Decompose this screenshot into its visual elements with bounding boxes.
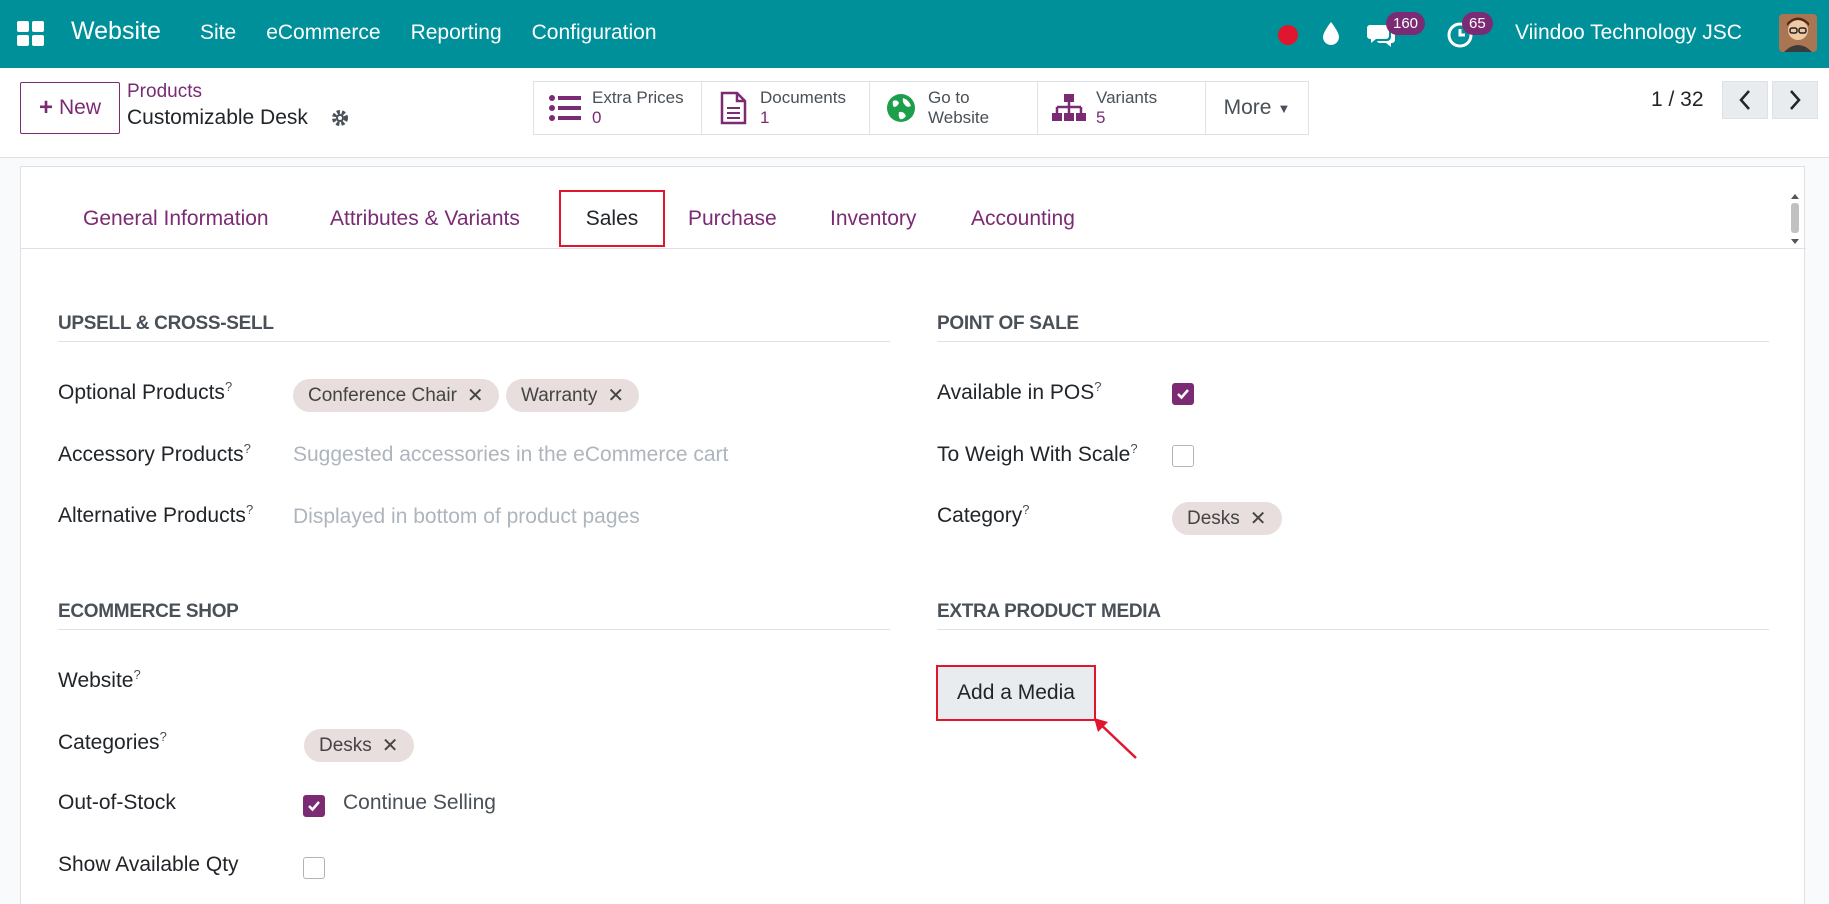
upsell-divider [58, 341, 890, 342]
new-button-label: New [59, 96, 102, 119]
available-in-pos-label: Available in POS? [937, 379, 1102, 404]
company-switcher[interactable]: Viindoo Technology JSC [1515, 21, 1742, 45]
accessory-products-label: Accessory Products? [58, 441, 251, 466]
breadcrumb-parent[interactable]: Products [127, 81, 202, 103]
chevron-left-icon [1739, 90, 1750, 110]
globe-icon [884, 91, 918, 125]
tab-attributes-variants[interactable]: Attributes & Variants [330, 207, 520, 231]
check-icon [308, 801, 320, 812]
variants-count: 5 [1096, 108, 1106, 127]
out-of-stock-label: Out-of-Stock [58, 791, 176, 814]
add-media-button[interactable]: Add a Media [936, 665, 1096, 721]
pos-category-tag: Desks ✕ [1172, 502, 1282, 535]
website-label: Website [928, 108, 990, 127]
accessory-products-input[interactable]: Suggested accessories in the eCommerce c… [293, 443, 728, 467]
top-navbar: Website Site eCommerce Reporting Configu… [0, 0, 1829, 68]
menu-ecommerce[interactable]: eCommerce [266, 21, 380, 45]
ecommerce-section-title: ECOMMERCE SHOP [58, 601, 239, 622]
documents-button[interactable]: Documents 1 [702, 82, 870, 134]
tab-sales-label: Sales [585, 206, 639, 230]
pos-category-label: Category? [937, 502, 1030, 527]
tab-purchase[interactable]: Purchase [688, 207, 777, 231]
optional-product-tag: Warranty ✕ [506, 379, 640, 412]
gear-icon[interactable] [330, 108, 350, 128]
activity-badge: 65 [1462, 12, 1493, 35]
document-icon [716, 91, 750, 125]
sitemap-icon [1052, 91, 1086, 125]
available-in-pos-checkbox[interactable] [1172, 383, 1194, 405]
chevron-right-icon [1790, 90, 1801, 110]
apps-menu-icon[interactable] [17, 21, 44, 46]
pager-next-button[interactable] [1772, 81, 1818, 119]
chat-badge: 160 [1386, 12, 1426, 35]
continue-selling-label: Continue Selling [343, 791, 496, 814]
media-section-title: EXTRA PRODUCT MEDIA [937, 601, 1161, 622]
weigh-with-scale-label: To Weigh With Scale? [937, 441, 1138, 466]
variants-button[interactable]: Variants 5 [1038, 82, 1206, 134]
more-dropdown[interactable]: More ▼ [1206, 82, 1308, 134]
remove-tag-icon[interactable]: ✕ [382, 733, 399, 758]
documents-label: Documents [760, 88, 846, 107]
extra-prices-label: Extra Prices [592, 88, 684, 107]
remove-tag-icon[interactable]: ✕ [1250, 506, 1267, 531]
upsell-section-title: UPSELL & CROSS-SELL [58, 313, 274, 334]
media-divider [937, 629, 1769, 630]
main-menu: Site eCommerce Reporting Configuration [200, 21, 657, 45]
menu-reporting[interactable]: Reporting [411, 21, 502, 45]
drop-icon[interactable] [1320, 20, 1342, 46]
documents-count: 1 [760, 108, 770, 127]
tab-sales[interactable]: Sales [559, 190, 665, 247]
go-to-website-button[interactable]: Go to Website [870, 82, 1038, 134]
optional-product-tag: Conference Chair ✕ [293, 379, 499, 412]
extra-prices-count: 0 [592, 108, 602, 127]
notebook-tabs: General Information Attributes & Variant… [21, 167, 1806, 249]
remove-tag-icon[interactable]: ✕ [607, 383, 624, 408]
alternative-products-input[interactable]: Displayed in bottom of product pages [293, 505, 640, 529]
check-icon [1177, 389, 1189, 400]
ecommerce-category-tag: Desks ✕ [304, 729, 414, 762]
extra-prices-button[interactable]: Extra Prices 0 [534, 82, 702, 134]
go-to-label: Go to [928, 88, 970, 107]
ecommerce-divider [58, 629, 890, 630]
caret-down-icon: ▼ [1277, 100, 1291, 116]
remove-tag-icon[interactable]: ✕ [467, 383, 484, 408]
tab-general-information[interactable]: General Information [83, 207, 269, 231]
record-icon[interactable] [1278, 25, 1298, 45]
show-available-qty-checkbox[interactable] [303, 857, 325, 879]
list-icon [548, 91, 582, 125]
plus-icon: + [38, 94, 53, 121]
pos-divider [937, 341, 1769, 342]
new-button[interactable]: + New [20, 82, 120, 134]
control-panel: + New Products Customizable Desk Extra P… [0, 68, 1829, 158]
variants-label: Variants [1096, 88, 1158, 107]
form-sheet: General Information Attributes & Variant… [20, 166, 1806, 904]
pager-value[interactable]: 1 / 32 [1651, 88, 1704, 112]
user-avatar[interactable] [1779, 14, 1817, 52]
smart-buttons: Extra Prices 0 Documents 1 Go to Website… [533, 81, 1309, 135]
tabs-scrollbar[interactable] [1789, 191, 1801, 247]
alternative-products-label: Alternative Products? [58, 502, 254, 527]
website-label: Website? [58, 667, 141, 692]
continue-selling-checkbox[interactable] [303, 795, 325, 817]
tab-inventory[interactable]: Inventory [830, 207, 916, 231]
tab-accounting[interactable]: Accounting [971, 207, 1075, 231]
optional-products-label: Optional Products? [58, 379, 233, 404]
menu-configuration[interactable]: Configuration [532, 21, 657, 45]
categories-label: Categories? [58, 729, 167, 754]
more-label: More [1223, 96, 1272, 119]
pager-previous-button[interactable] [1722, 81, 1768, 119]
app-brand[interactable]: Website [71, 17, 161, 46]
weigh-with-scale-checkbox[interactable] [1172, 445, 1194, 467]
breadcrumb-current: Customizable Desk [127, 106, 308, 129]
annotation-arrow-icon [1094, 718, 1137, 759]
show-available-qty-label: Show Available Qty [58, 853, 239, 876]
pos-section-title: POINT OF SALE [937, 313, 1079, 334]
menu-site[interactable]: Site [200, 21, 236, 45]
